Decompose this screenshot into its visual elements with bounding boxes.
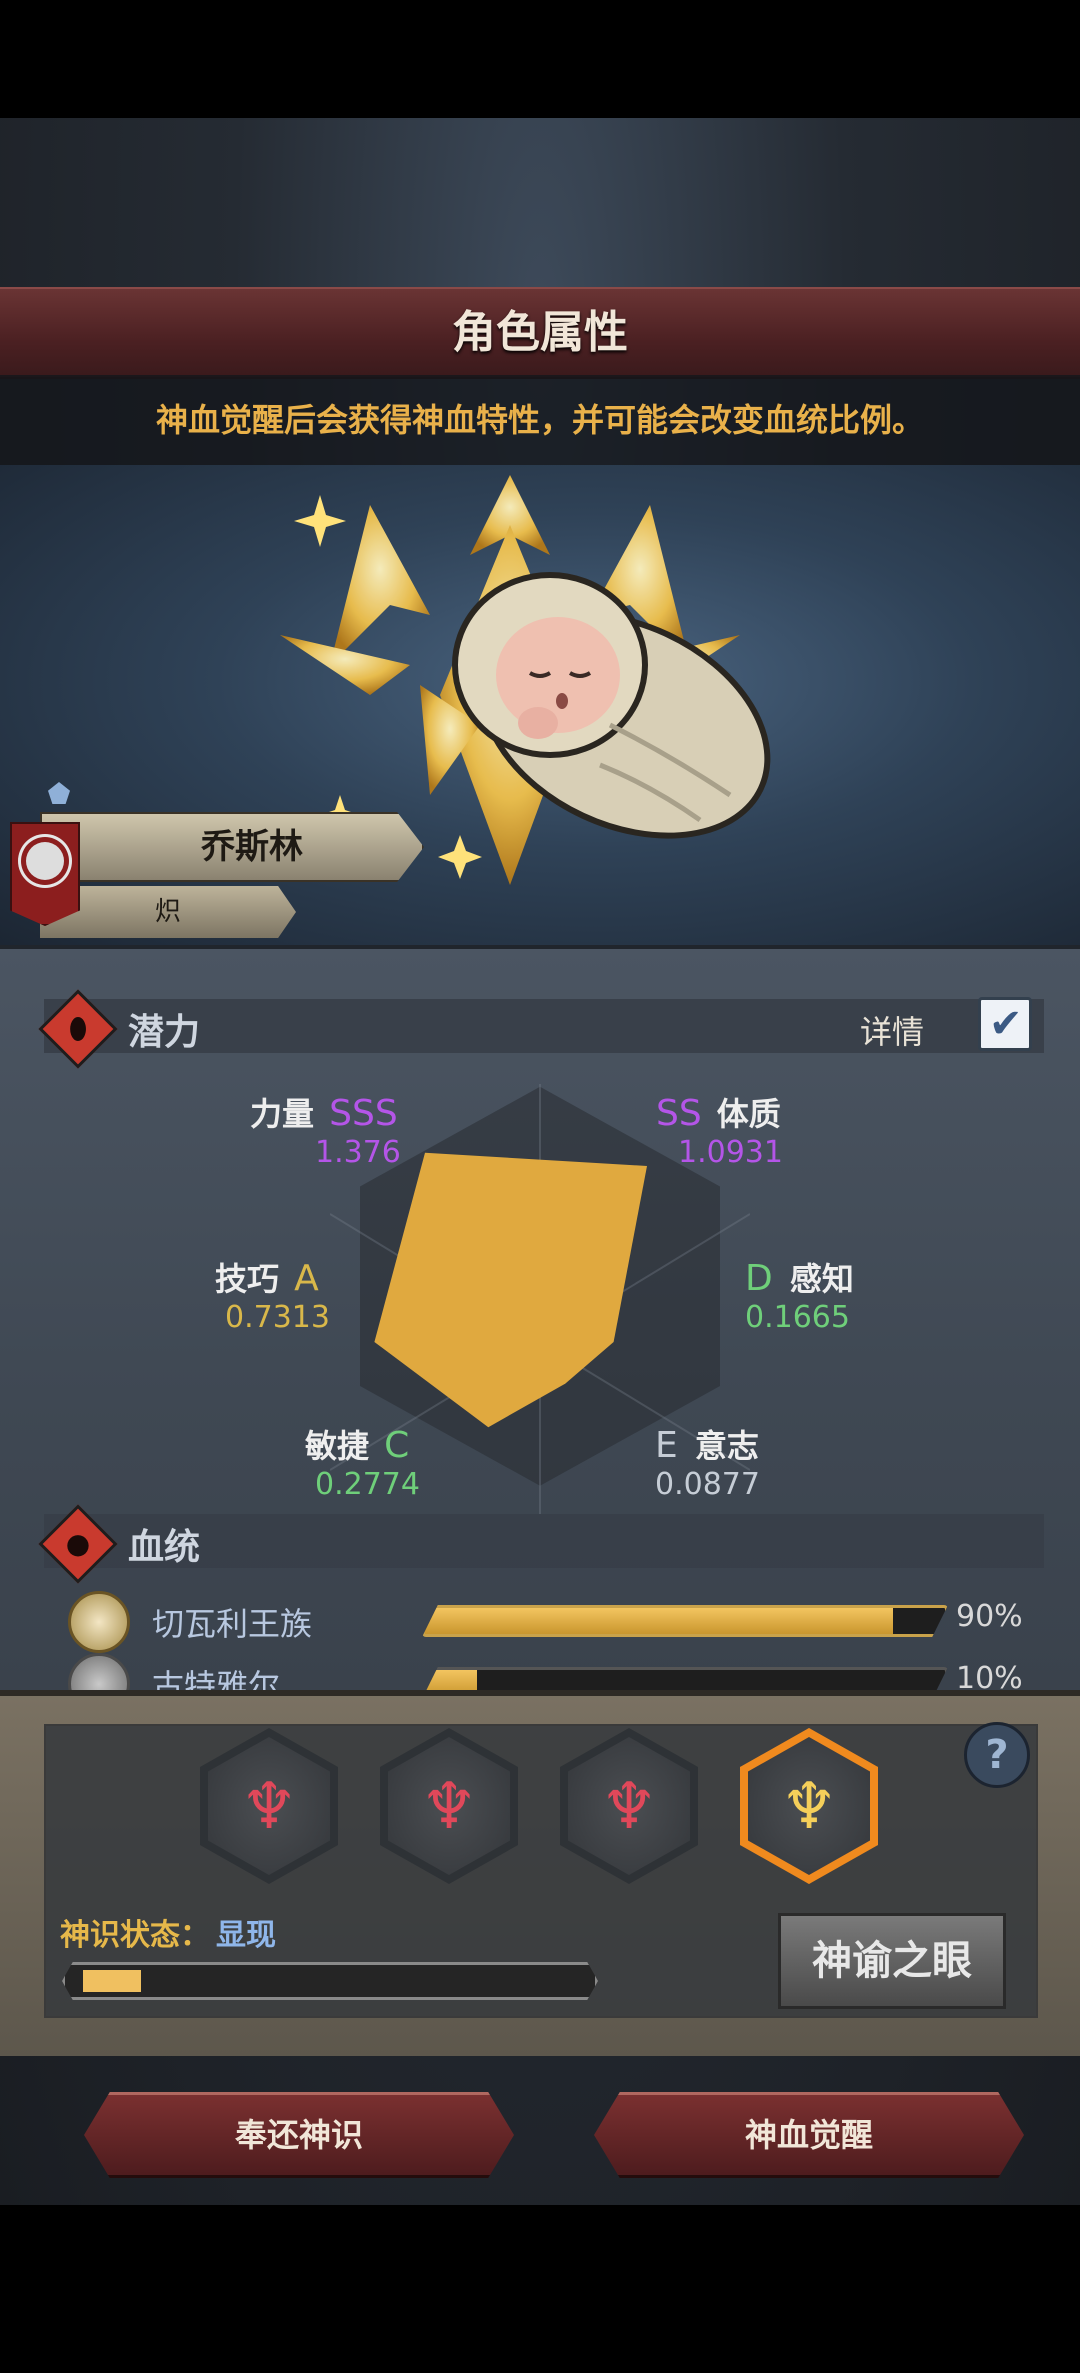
bloodline-row: 切瓦利王族 90%	[60, 1589, 1040, 1653]
stat-name: 敏捷	[305, 1427, 370, 1465]
status-bar	[0, 0, 1080, 118]
bloodline-bar	[422, 1605, 948, 1637]
stat-perception: D 感知 0.1665	[745, 1254, 854, 1335]
title-bar: 角色属性	[0, 287, 1080, 379]
footprint-icon: ⬮	[69, 1012, 87, 1045]
red-crest-icon: ♆	[420, 1770, 478, 1844]
stat-value: 0.7313	[225, 1300, 330, 1335]
blood-drop-icon: ●	[65, 1527, 91, 1560]
stat-name: 体质	[716, 1095, 781, 1133]
stat-value: 0.1665	[745, 1300, 850, 1335]
stats-panel: ⬮ 潜力 详情 ✔ 力量 SSS 1.376 SS 体质 1.0931 D 感知…	[0, 945, 1080, 1699]
bloodline-label: 血统	[128, 1527, 201, 1568]
stat-skill: 技巧 A 0.7313	[215, 1254, 330, 1335]
red-crest-icon: ♆	[600, 1770, 658, 1844]
stat-grade: D	[745, 1258, 773, 1299]
subtitle-bar: 神血觉醒后会获得神血特性，并可能会改变血统比例。	[0, 375, 1080, 465]
royal-emblem-icon	[68, 1591, 130, 1653]
return-divine-sense-button[interactable]: 奉还神识	[84, 2092, 514, 2178]
stat-constitution: SS 体质 1.0931	[656, 1089, 783, 1170]
detail-label: 详情	[860, 1013, 925, 1051]
page-title: 角色属性	[452, 307, 628, 358]
stat-value: 0.2774	[315, 1467, 420, 1502]
potential-label: 潜力	[128, 1012, 201, 1053]
check-icon: ✔	[989, 1001, 1023, 1047]
navigation-bar	[0, 2205, 1080, 2373]
stat-grade: SSS	[329, 1093, 398, 1134]
stat-value: 1.0931	[678, 1135, 783, 1170]
stat-grade: C	[384, 1425, 410, 1466]
bloodline-name: 切瓦利王族	[152, 1605, 313, 1643]
divine-blood-awaken-button[interactable]: 神血觉醒	[594, 2092, 1024, 2178]
stat-name: 技巧	[215, 1260, 280, 1298]
stat-agility: 敏捷 C 0.2774	[305, 1421, 420, 1502]
bloodline-bar-fill	[425, 1608, 893, 1634]
family-banner	[10, 822, 80, 926]
bloodline-list[interactable]: 切瓦利王族 90% 古特雅尔 10%	[60, 1589, 1040, 1699]
stat-name: 感知	[789, 1260, 854, 1298]
oracle-eye-button[interactable]: 神谕之眼	[778, 1913, 1006, 2009]
sun-emblem-icon	[26, 842, 64, 880]
stat-value: 0.0877	[655, 1467, 760, 1502]
name-plate: 乔斯林	[40, 812, 424, 882]
sense-progress-bar	[62, 1962, 598, 2000]
gold-crest-icon: ♆	[780, 1770, 838, 1844]
bloodline-section-header: ● 血统	[38, 1504, 1044, 1584]
help-button[interactable]: ?	[964, 1722, 1030, 1788]
stat-grade: E	[655, 1425, 678, 1466]
swaddled-baby-icon	[452, 572, 771, 839]
detail-checkbox[interactable]: ✔	[978, 997, 1032, 1051]
bloodline-icon: ●	[38, 1504, 118, 1584]
stat-name: 意志	[694, 1427, 759, 1465]
sense-progress-fill	[83, 1970, 141, 1992]
character-name: 乔斯林	[201, 827, 303, 867]
sense-status-label: 神识状态：	[60, 1918, 210, 1953]
stat-grade: SS	[656, 1093, 702, 1134]
stat-value: 1.376	[315, 1135, 401, 1170]
slot-frame: ♆	[748, 1737, 870, 1875]
stat-grade: A	[294, 1258, 319, 1299]
bloodline-percent: 90%	[956, 1599, 1023, 1634]
stat-will: E 意志 0.0877	[655, 1421, 760, 1502]
slot-frame: ♆	[388, 1737, 510, 1875]
potential-icon: ⬮	[38, 989, 118, 1069]
page-subtitle: 神血觉醒后会获得神血特性，并可能会改变血统比例。	[155, 401, 924, 439]
stat-strength: 力量 SSS 1.376	[250, 1089, 401, 1170]
sense-status-value: 显现	[216, 1918, 276, 1953]
slot-frame: ♆	[568, 1737, 690, 1875]
stat-name: 力量	[250, 1095, 315, 1133]
slot-frame: ♆	[208, 1737, 330, 1875]
red-crest-icon: ♆	[240, 1770, 298, 1844]
